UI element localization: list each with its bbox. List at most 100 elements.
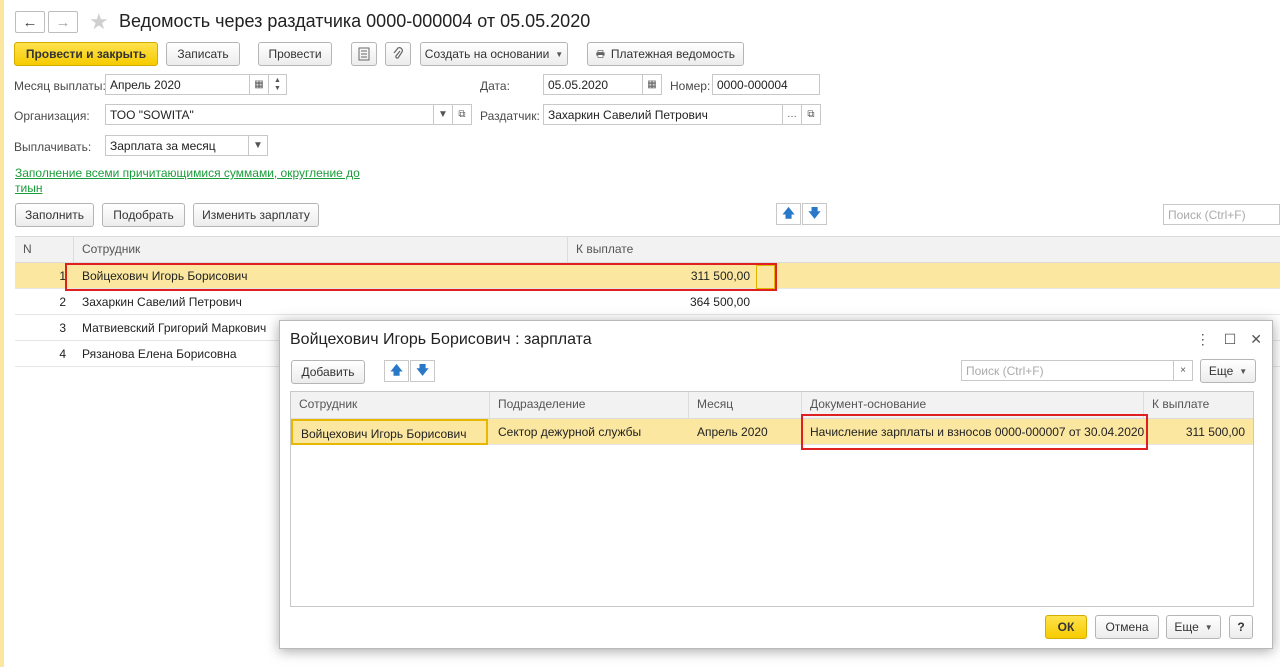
search-input[interactable]: Поиск (Ctrl+F) [1163,204,1280,225]
pay-type-dropdown-button[interactable]: ▼ [248,135,268,156]
month-label: Месяц выплаты: [14,79,106,93]
create-based-on-label: Создать на основании [424,47,550,61]
move-up-button[interactable]: 🡅 [776,203,801,225]
distributor-label: Раздатчик: [480,109,540,123]
date-label: Дата: [480,79,510,93]
arrow-up-icon: 🡅 [390,362,403,377]
row-department: Сектор дежурной службы [498,425,642,439]
dropdown-caret-icon: ▼ [1239,366,1248,376]
arrow-down-icon: 🡇 [416,362,429,377]
open-window-icon: ⧉ [458,109,466,120]
dialog-table: Сотрудник Подразделение Месяц Документ-о… [290,391,1254,607]
clear-icon: × [1180,365,1186,376]
fill-button[interactable]: Заполнить [15,203,94,227]
row-number: 2 [59,295,66,309]
highlight-box [65,263,777,291]
date-field[interactable]: 05.05.2020 [543,74,643,95]
printer-icon [596,50,605,58]
arrow-down-icon: 🡇 [808,205,821,220]
dropdown-caret-icon: ▼ [1204,622,1213,632]
dialog-title: Войцехович Игорь Борисович : зарплата [290,331,592,348]
more-options-icon[interactable]: ⋮ [1196,331,1210,348]
open-window-icon: ⧉ [807,109,815,120]
date-calendar-button[interactable]: ▦ [642,74,662,95]
spin-up-icon: ▲ [274,76,281,84]
favorite-star-icon[interactable]: ★ [89,9,109,35]
month-spinner[interactable]: ▲ ▼ [268,74,287,95]
arrow-up-icon: 🡅 [782,205,795,220]
payment-sheet-button[interactable]: Платежная ведомость [587,42,744,66]
salary-dialog: Войцехович Игорь Борисович : зарплата ⋮ … [279,320,1273,649]
dialog-move-down-button[interactable]: 🡇 [410,360,435,382]
maximize-icon[interactable]: ☐ [1224,331,1237,348]
dropdown-caret-icon: ▼ [438,109,448,120]
forward-arrow-icon: → [55,13,71,31]
change-salary-button[interactable]: Изменить зарплату [193,203,319,227]
move-down-button[interactable]: 🡇 [802,203,827,225]
organization-dropdown-button[interactable]: ▼ [433,104,453,125]
document-highlight-box [801,414,1148,450]
column-n-header[interactable]: N [15,237,74,262]
row-number: 4 [59,347,66,361]
clear-search-button[interactable]: × [1173,360,1193,381]
column-employee-header[interactable]: Сотрудник [74,237,568,262]
forward-button[interactable]: → [48,11,78,33]
row-amount: 311 500,00 [1185,425,1245,439]
post-and-close-button[interactable]: Провести и закрыть [14,42,158,66]
number-field[interactable]: 0000-000004 [712,74,820,95]
column-department-header[interactable]: Подразделение [490,392,689,418]
close-icon[interactable]: ✕ [1250,331,1262,348]
number-label: Номер: [670,79,711,93]
more-label: Еще [1174,620,1199,634]
row-employee: Захаркин Савелий Петрович [82,295,242,309]
add-button[interactable]: Добавить [291,360,365,384]
dialog-window-controls: ⋮ ☐ ✕ [1196,331,1262,348]
dropdown-caret-icon: ▼ [253,140,263,151]
paperclip-icon [393,47,403,59]
payment-sheet-label: Платежная ведомость [610,47,735,61]
dropdown-caret-icon: ▼ [555,49,564,59]
report-button[interactable] [351,42,377,66]
dialog-more-button-bottom[interactable]: Еще ▼ [1166,615,1221,639]
calendar-button[interactable]: ▦ [249,74,269,95]
row-amount: 364 500,00 [689,295,750,309]
organization-open-button[interactable]: ⧉ [452,104,472,125]
left-accent-bar [0,0,4,667]
cancel-button[interactable]: Отмена [1095,615,1159,639]
attachment-button[interactable] [385,42,411,66]
fill-settings-link[interactable]: Заполнение всеми причитающимися суммами,… [15,166,360,196]
pick-button[interactable]: Подобрать [102,203,185,227]
distributor-open-button[interactable]: ⧉ [801,104,821,125]
column-month-header[interactable]: Месяц [689,392,802,418]
document-list-icon [358,47,370,61]
month-field[interactable]: Апрель 2020 [105,74,250,95]
active-cell[interactable] [756,265,775,289]
row-number: 3 [59,321,66,335]
organization-label: Организация: [14,109,90,123]
pay-type-field[interactable]: Зарплата за месяц [105,135,249,156]
organization-field[interactable]: ТОО "SOWITA" [105,104,434,125]
row-month: Апрель 2020 [697,425,768,439]
post-button[interactable]: Провести [258,42,332,66]
distributor-select-button[interactable]: … [782,104,802,125]
dialog-more-button[interactable]: Еще ▼ [1200,359,1256,383]
calendar-icon: ▦ [647,79,657,90]
help-button[interactable]: ? [1229,615,1253,639]
save-button[interactable]: Записать [166,42,240,66]
ellipsis-icon: … [787,109,797,120]
spin-down-icon: ▼ [274,84,281,92]
ok-button[interactable]: ОК [1045,615,1087,639]
column-employee-header[interactable]: Сотрудник [291,392,490,418]
column-amount-header[interactable]: К выплате [1144,392,1253,418]
distributor-field[interactable]: Захаркин Савелий Петрович [543,104,783,125]
back-button[interactable]: ← [15,11,45,33]
create-based-on-button[interactable]: Создать на основании ▼ [420,42,568,66]
table-row[interactable]: 2 Захаркин Савелий Петрович 364 500,00 [15,289,1280,315]
dialog-move-up-button[interactable]: 🡅 [384,360,409,382]
dialog-search-input[interactable]: Поиск (Ctrl+F) [961,360,1179,381]
page-title: Ведомость через раздатчика 0000-000004 о… [119,11,591,31]
more-label: Еще [1208,364,1234,378]
row-employee[interactable]: Войцехович Игорь Борисович [291,419,488,445]
calendar-icon: ▦ [254,79,264,90]
column-amount-header[interactable]: К выплате [568,237,758,262]
